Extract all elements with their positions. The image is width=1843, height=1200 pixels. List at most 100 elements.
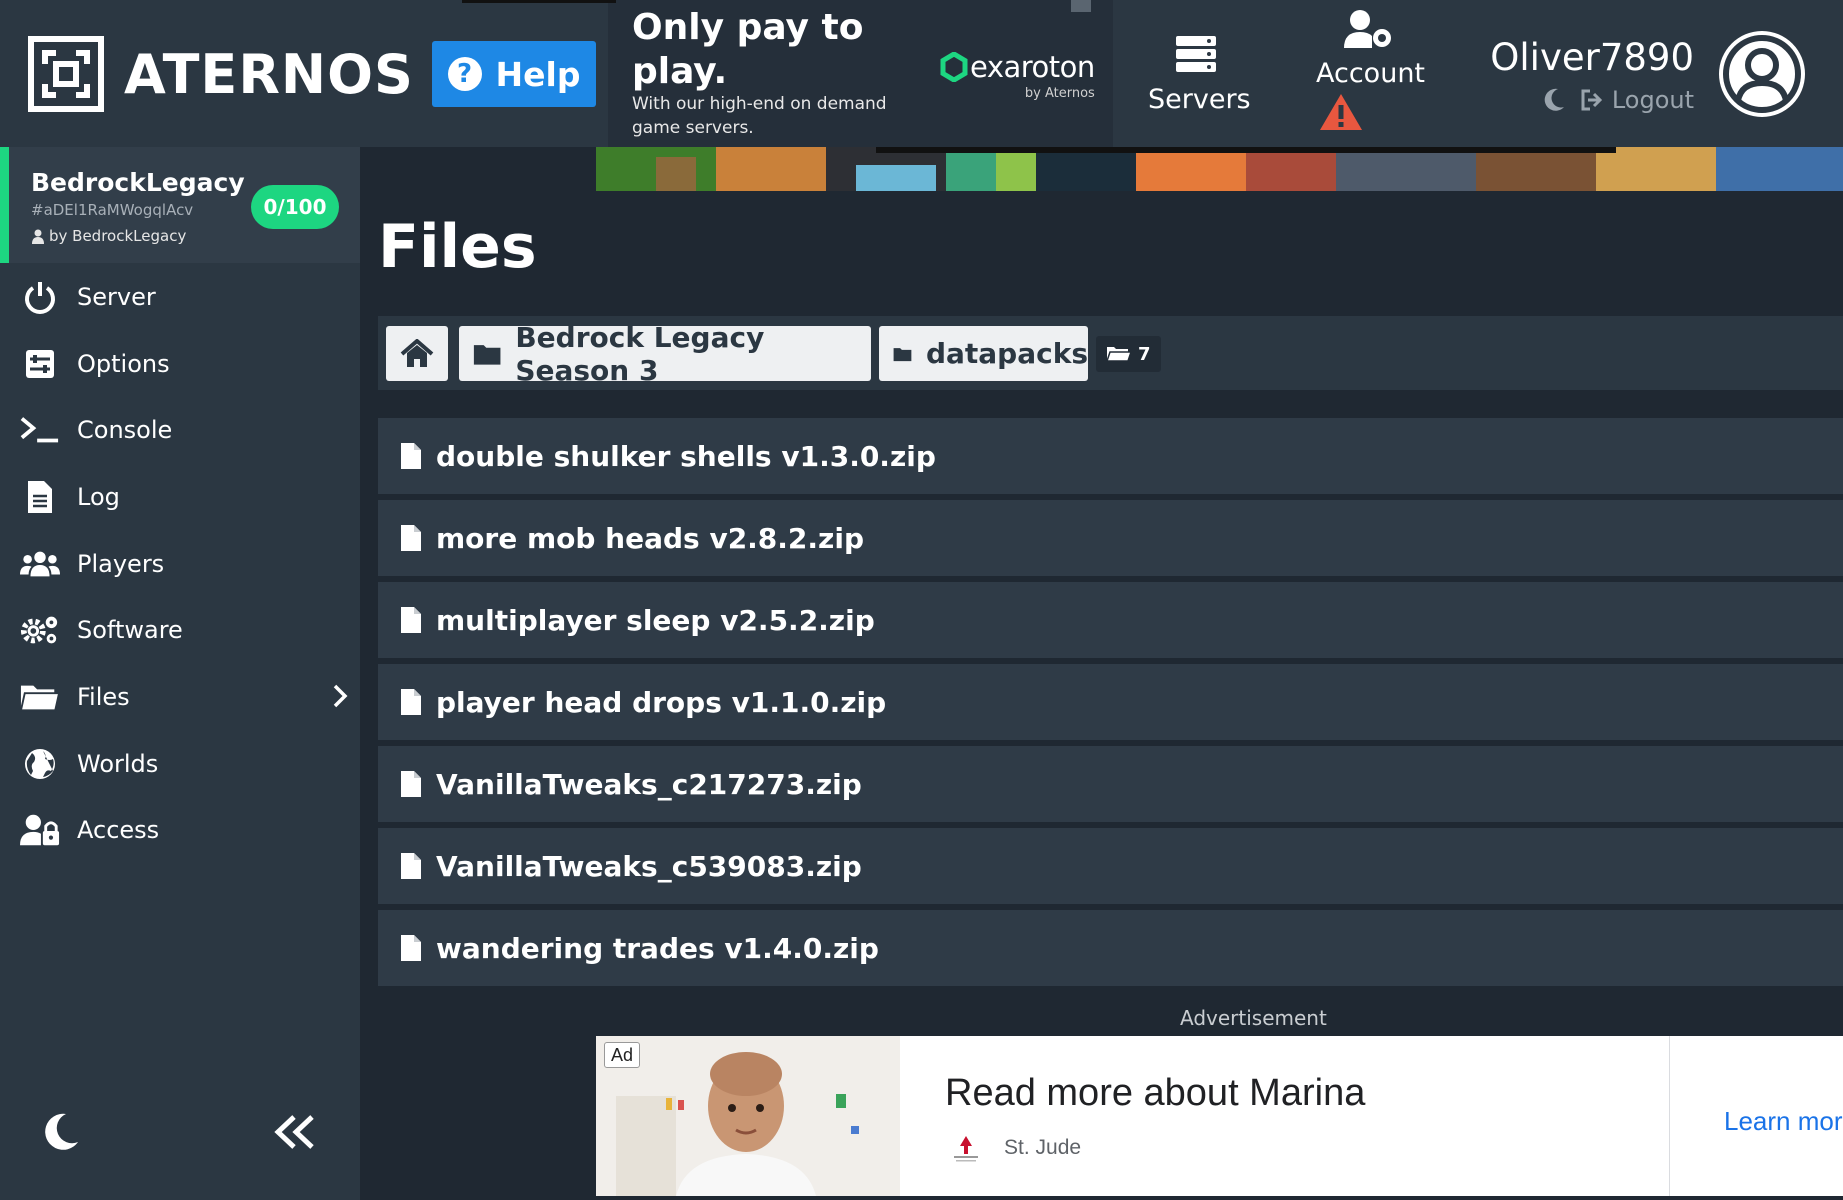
ad-divider bbox=[1669, 1036, 1670, 1196]
folder-item-count-value: 7 bbox=[1138, 343, 1151, 365]
breadcrumb-item[interactable]: Bedrock Legacy Season 3 bbox=[459, 321, 871, 387]
sidebar-item-access[interactable]: Access bbox=[0, 800, 360, 860]
nav-account[interactable]: Account bbox=[1306, 0, 1436, 147]
sidebar-item-label: Server bbox=[77, 283, 156, 311]
file-icon bbox=[401, 771, 421, 797]
file-icon bbox=[401, 525, 421, 551]
sidebar-item-console[interactable]: Console bbox=[0, 400, 360, 460]
sign-out-icon bbox=[1581, 89, 1602, 111]
ad-headline: Read more about Marina bbox=[945, 1072, 1366, 1114]
aternos-logo-icon bbox=[28, 36, 104, 112]
question-circle-icon: ? bbox=[447, 57, 482, 91]
server-name: BedrockLegacy bbox=[31, 168, 245, 197]
file-row[interactable]: VanillaTweaks_c539083.zip bbox=[378, 828, 1843, 904]
sidebar-item-label: Options bbox=[77, 350, 170, 378]
folder-item-count: 7 bbox=[1096, 336, 1161, 372]
avatar[interactable] bbox=[1719, 31, 1805, 117]
breadcrumb-label: Bedrock Legacy Season 3 bbox=[515, 320, 765, 387]
file-icon bbox=[401, 607, 421, 633]
servers-icon bbox=[1176, 36, 1216, 72]
top-header: ATERNOS ? Help Only pay to play. With ou… bbox=[0, 0, 1843, 147]
exaroton-name: exaroton bbox=[970, 50, 1095, 84]
banner-image bbox=[596, 147, 1843, 191]
double-chevron-left-icon bbox=[274, 1115, 314, 1149]
file-name: VanillaTweaks_c539083.zip bbox=[436, 849, 862, 883]
file-icon bbox=[401, 853, 421, 879]
server-status-accent bbox=[0, 147, 9, 263]
file-name: more mob heads v2.8.2.zip bbox=[436, 521, 864, 555]
sidebar-item-label: Software bbox=[77, 616, 183, 644]
ad-subtext: With our high-end on demand game servers… bbox=[632, 94, 887, 138]
breadcrumb-label: datapacks bbox=[925, 337, 1088, 370]
globe-icon bbox=[20, 746, 60, 782]
sidebar-item-files[interactable]: Files bbox=[0, 667, 360, 727]
breadcrumb-item[interactable]: datapacks bbox=[879, 326, 1088, 381]
ad-photo bbox=[596, 1036, 900, 1196]
file-row[interactable]: wandering trades v1.4.0.zip bbox=[378, 910, 1843, 986]
player-count-badge: 0/100 bbox=[251, 185, 339, 229]
logout-link[interactable]: Logout bbox=[1580, 86, 1694, 114]
collapse-sidebar-button[interactable] bbox=[272, 1113, 318, 1156]
logout-label: Logout bbox=[1611, 86, 1694, 114]
gears-icon bbox=[20, 612, 60, 648]
users-icon bbox=[20, 546, 60, 582]
folder-open-icon bbox=[20, 679, 60, 715]
st-jude-logo-icon bbox=[954, 1136, 978, 1162]
sidebar-item-server[interactable]: Server bbox=[0, 267, 360, 327]
minecraft-banner-art bbox=[596, 147, 1843, 191]
sidebar-item-software[interactable]: Software bbox=[0, 600, 360, 660]
file-row[interactable]: multiplayer sleep v2.5.2.zip bbox=[378, 582, 1843, 658]
file-row[interactable]: double shulker shells v1.3.0.zip bbox=[378, 418, 1843, 494]
file-row[interactable]: VanillaTweaks_c217273.zip bbox=[378, 746, 1843, 822]
file-name: double shulker shells v1.3.0.zip bbox=[436, 439, 936, 473]
ad-choices-icon[interactable] bbox=[1071, 0, 1091, 12]
moon-icon bbox=[45, 1113, 78, 1150]
home-icon bbox=[400, 338, 434, 367]
exaroton-hex-icon bbox=[940, 52, 968, 82]
file-name: multiplayer sleep v2.5.2.zip bbox=[436, 603, 875, 637]
ad-sponsor: St. Jude bbox=[1004, 1136, 1082, 1159]
sidebar-item-players[interactable]: Players bbox=[0, 534, 360, 594]
bottom-advertisement[interactable]: Ad Read more about Marina St. Jude Learn… bbox=[596, 1036, 1843, 1196]
server-card[interactable]: BedrockLegacy #aDEl1RaMWogqlAcv by Bedro… bbox=[0, 147, 360, 263]
folder-icon bbox=[893, 347, 912, 361]
sidebar: BedrockLegacy #aDEl1RaMWogqlAcv by Bedro… bbox=[0, 147, 360, 1200]
warning-icon bbox=[1320, 94, 1362, 130]
header-divider bbox=[462, 0, 616, 3]
sidebar-item-options[interactable]: Options bbox=[0, 334, 360, 394]
ad-headline: Only pay to play. bbox=[632, 7, 864, 92]
advertisement-label: Advertisement bbox=[1180, 1006, 1327, 1030]
aternos-logo[interactable]: ATERNOS bbox=[28, 36, 414, 112]
learn-more-link[interactable]: Learn more bbox=[1724, 1106, 1843, 1137]
nav-servers[interactable]: Servers bbox=[1148, 0, 1251, 147]
power-icon bbox=[20, 279, 60, 315]
file-name: VanillaTweaks_c217273.zip bbox=[436, 767, 862, 801]
server-owner: by BedrockLegacy bbox=[31, 227, 186, 245]
file-row[interactable]: more mob heads v2.8.2.zip bbox=[378, 500, 1843, 576]
moon-icon[interactable] bbox=[1542, 87, 1566, 113]
help-button[interactable]: ? Help bbox=[432, 41, 596, 107]
sidebar-item-worlds[interactable]: Worlds bbox=[0, 734, 360, 794]
dark-mode-toggle[interactable] bbox=[42, 1112, 80, 1157]
user-lock-icon bbox=[20, 812, 60, 848]
sidebar-item-log[interactable]: Log bbox=[0, 467, 360, 527]
ad-tag: Ad bbox=[604, 1042, 641, 1068]
file-name: player head drops v1.1.0.zip bbox=[436, 685, 887, 719]
help-label: Help bbox=[495, 54, 581, 94]
sidebar-item-label: Log bbox=[77, 483, 120, 511]
chevron-right-icon bbox=[332, 683, 348, 713]
file-icon bbox=[401, 935, 421, 961]
file-row[interactable]: player head drops v1.1.0.zip bbox=[378, 664, 1843, 740]
terminal-icon bbox=[20, 412, 60, 448]
exaroton-logo[interactable]: exaroton by Aternos bbox=[940, 50, 1095, 101]
server-owner-label: by BedrockLegacy bbox=[49, 227, 187, 245]
sidebar-item-label: Players bbox=[77, 550, 165, 578]
account-label: Account bbox=[1316, 58, 1426, 89]
servers-label: Servers bbox=[1148, 84, 1251, 115]
child-photo-image bbox=[596, 1036, 900, 1196]
brand-name: ATERNOS bbox=[124, 42, 414, 106]
server-id: #aDEl1RaMWogqlAcv bbox=[31, 201, 194, 219]
document-icon bbox=[20, 479, 60, 515]
breadcrumb-home[interactable] bbox=[386, 326, 448, 381]
sidebar-item-label: Worlds bbox=[77, 750, 159, 778]
